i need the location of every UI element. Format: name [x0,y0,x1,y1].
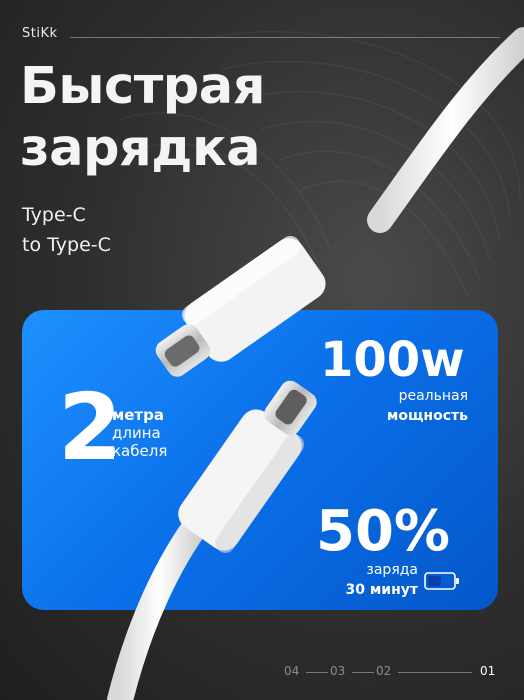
pager-item-04[interactable]: 04 [284,664,299,678]
charge-line-1: заряда [366,562,418,578]
length-caption: метра длина кабеля [112,406,167,460]
length-line-1: метра [112,406,164,424]
pager-item-03[interactable]: 03 [330,664,345,678]
battery-icon [424,572,459,590]
charge-line-2: 30 минут [345,582,418,598]
product-card: StiKk Быстрая зарядка Type-C to Type-C 2… [0,0,524,700]
power-caption: реальная мощность [352,386,468,426]
pager-item-01[interactable]: 01 [480,664,495,678]
pager-divider [398,672,472,673]
charge-value: 50% [316,499,451,564]
length-line-3: кабеля [112,442,168,460]
charge-caption: заряда 30 минут [318,560,418,600]
power-line-2: мощность [386,408,468,424]
length-line-2: длина [112,424,161,442]
power-line-1: реальная [398,388,468,404]
pager-item-02[interactable]: 02 [376,664,391,678]
pager-divider [352,672,374,673]
power-value: 100w [320,332,465,388]
pager-divider [306,672,328,673]
